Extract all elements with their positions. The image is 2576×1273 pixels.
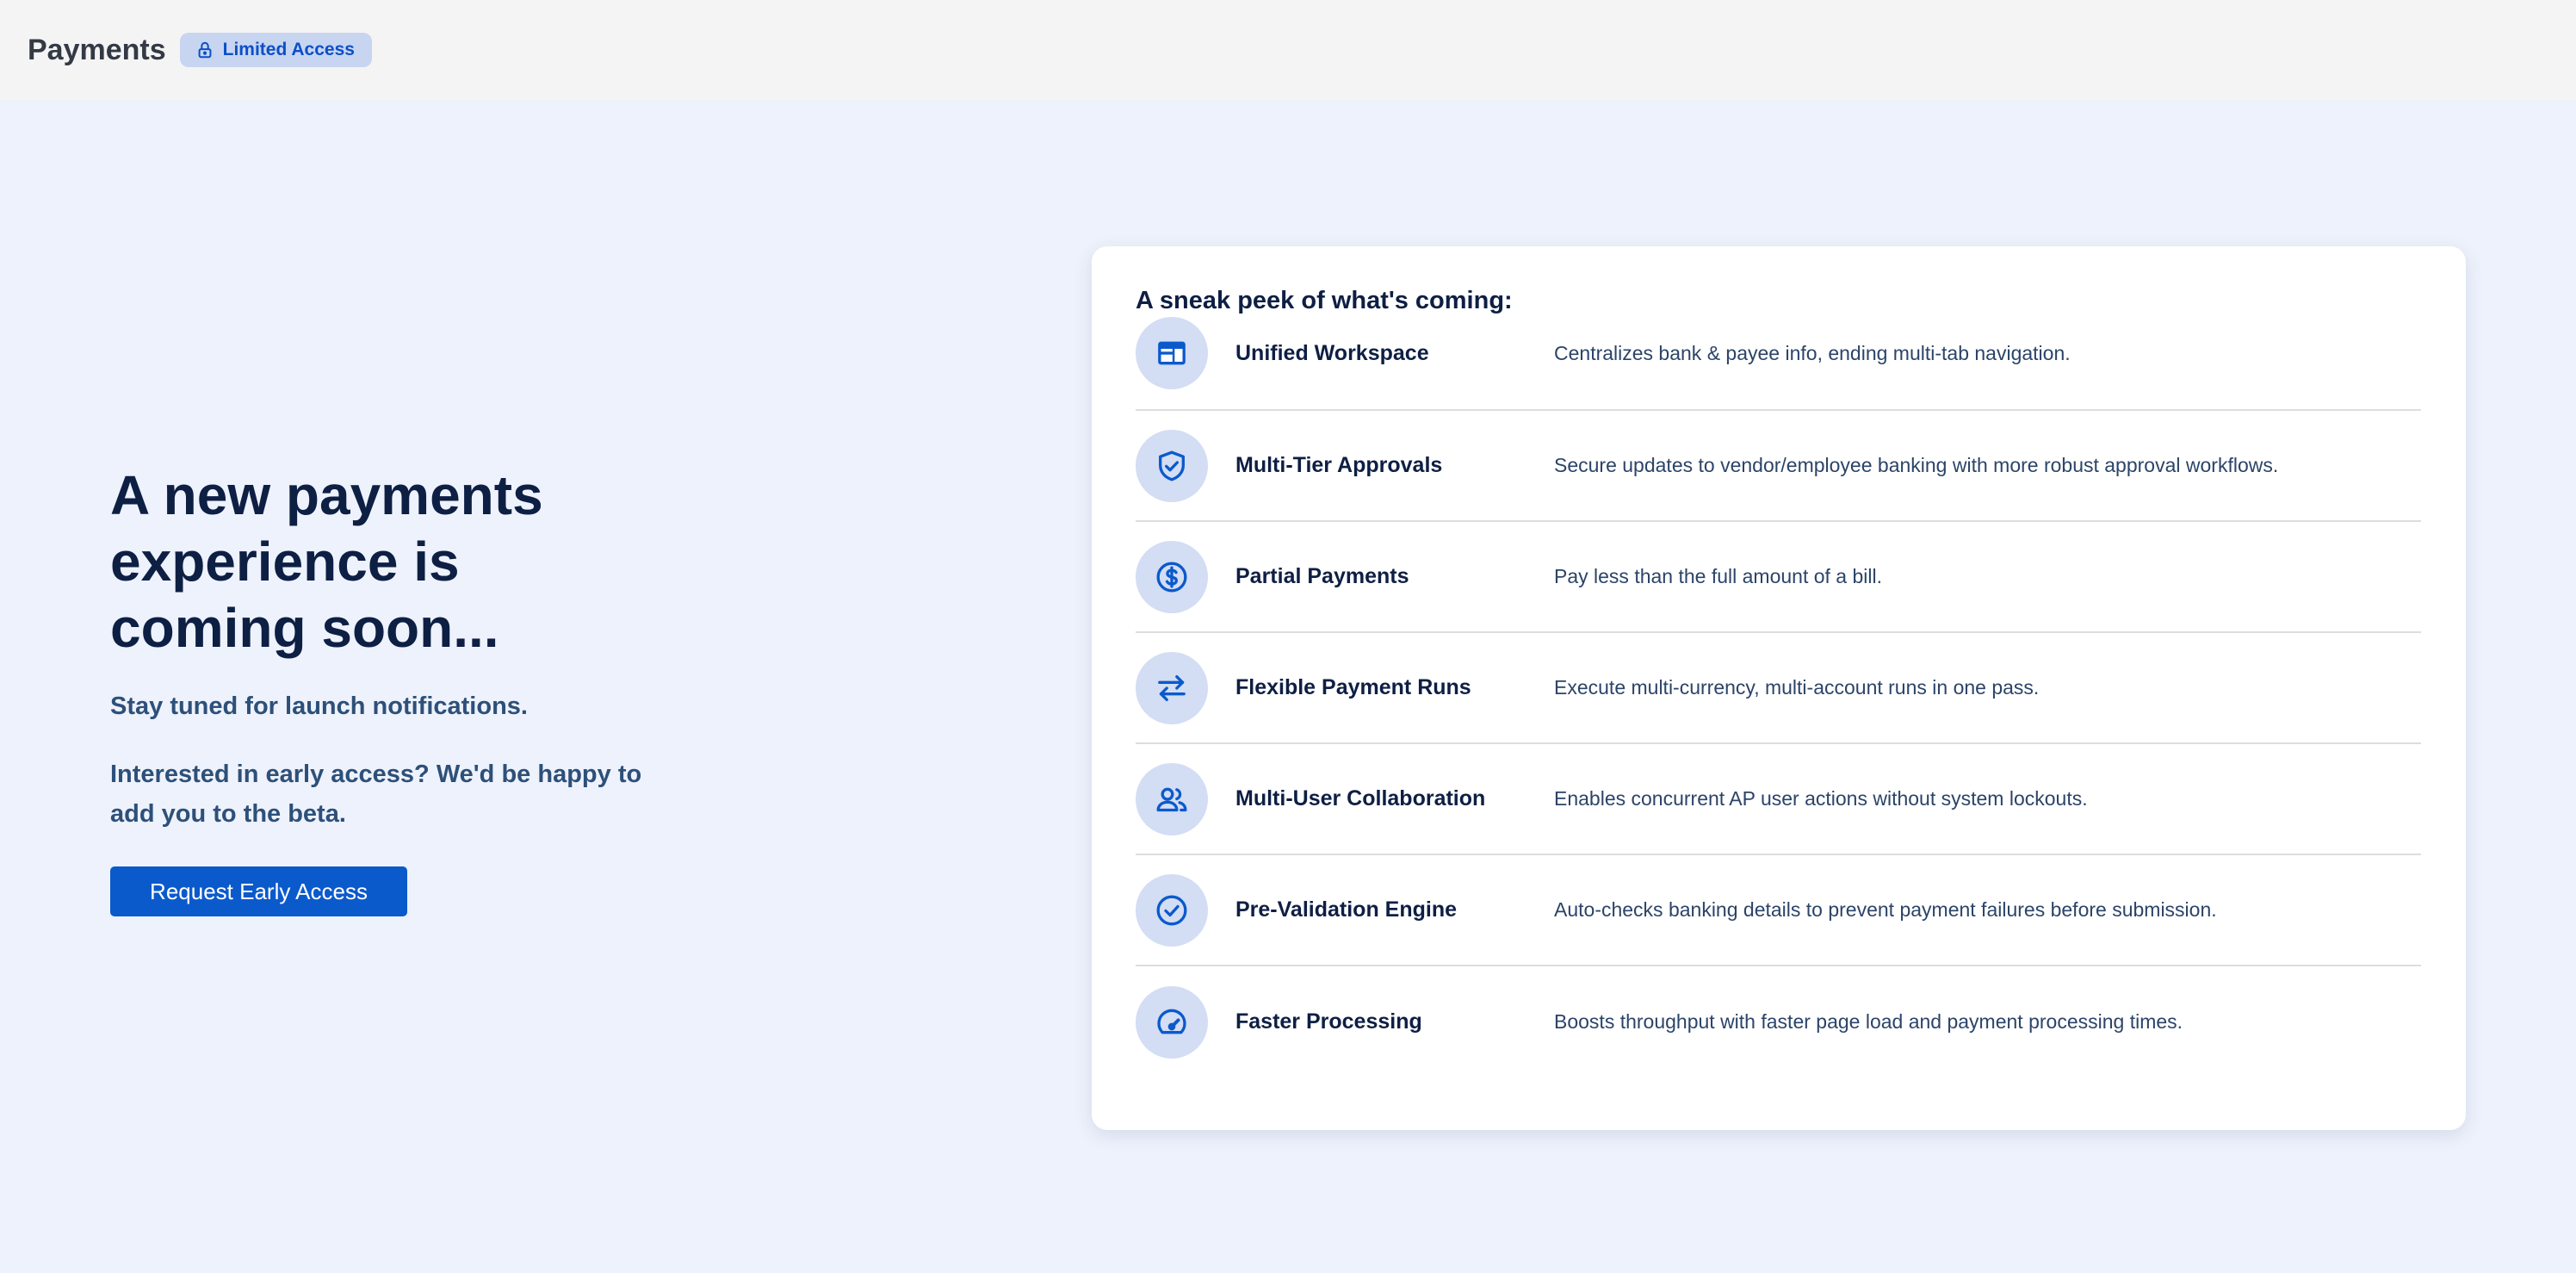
- feature-icon-circle: [1136, 985, 1208, 1059]
- check-circle-icon: [1156, 895, 1187, 925]
- feature-icon-circle: [1136, 762, 1208, 835]
- feature-description: Enables concurrent AP user actions witho…: [1554, 787, 2088, 810]
- feature-icon-circle: [1136, 429, 1208, 502]
- feature-description: Boosts throughput with faster page load …: [1554, 1010, 2183, 1033]
- feature-description: Execute multi-currency, multi-account ru…: [1554, 676, 2040, 699]
- feature-row-flexible-payment-runs: Flexible Payment Runs Execute multi-curr…: [1136, 633, 2421, 744]
- feature-name: Unified Workspace: [1235, 341, 1429, 365]
- feature-list: Unified Workspace Centralizes bank & pay…: [1136, 317, 2421, 1077]
- feature-name: Partial Payments: [1235, 564, 1409, 588]
- feature-description: Auto-checks banking details to prevent p…: [1554, 898, 2217, 921]
- swap-arrows-icon: [1158, 674, 1186, 701]
- feature-icon-circle: [1136, 540, 1208, 613]
- early-access-text: Interested in early access? We'd be happ…: [110, 761, 642, 828]
- lock-icon: [198, 41, 212, 59]
- feature-row-partial-payments: Partial Payments Pay less than the full …: [1136, 522, 2421, 633]
- request-early-access-button[interactable]: Request Early Access: [110, 866, 407, 916]
- feature-row-multi-user-collaboration: Multi-User Collaboration Enables concurr…: [1136, 744, 2421, 855]
- feature-name: Pre-Validation Engine: [1235, 897, 1457, 922]
- dollar-circle-icon: [1156, 562, 1187, 592]
- feature-name: Flexible Payment Runs: [1235, 675, 1471, 699]
- feature-name: Multi-Tier Approvals: [1235, 453, 1443, 477]
- badge-label: Limited Access: [222, 40, 355, 59]
- top-bar: Payments Limited Access: [0, 0, 2576, 100]
- feature-row-faster-processing: Faster Processing Boosts throughput with…: [1136, 966, 2421, 1077]
- feature-row-unified-workspace: Unified Workspace Centralizes bank & pay…: [1136, 317, 2421, 411]
- features-card: A sneak peek of what's coming: Unified W…: [1092, 246, 2466, 1130]
- feature-description: Secure updates to vendor/employee bankin…: [1554, 454, 2279, 476]
- feature-icon-circle: [1136, 317, 1208, 389]
- feature-row-multi-tier-approvals: Multi-Tier Approvals Secure updates to v…: [1136, 411, 2421, 522]
- hero-section: A new payments experience is coming soon…: [110, 463, 661, 916]
- feature-name: Multi-User Collaboration: [1235, 786, 1486, 810]
- app-title: Payments: [28, 33, 166, 66]
- features-card-title: A sneak peek of what's coming:: [1136, 287, 1513, 314]
- speedometer-icon: [1157, 1009, 1186, 1034]
- feature-name: Faster Processing: [1235, 1009, 1422, 1034]
- feature-icon-circle: [1136, 651, 1208, 724]
- feature-icon-circle: [1136, 873, 1208, 947]
- hero-headline: A new payments experience is coming soon…: [110, 464, 543, 659]
- hero-subtitle: Stay tuned for launch notifications.: [110, 692, 528, 720]
- feature-description: Pay less than the full amount of a bill.: [1554, 565, 1882, 587]
- shield-check-icon: [1159, 450, 1185, 481]
- feature-description: Centralizes bank & payee info, ending mu…: [1554, 342, 2071, 364]
- workspace-icon: [1158, 341, 1186, 365]
- feature-row-pre-validation-engine: Pre-Validation Engine Auto-checks bankin…: [1136, 855, 2421, 966]
- limited-access-badge: Limited Access: [179, 33, 372, 67]
- users-icon: [1156, 787, 1187, 811]
